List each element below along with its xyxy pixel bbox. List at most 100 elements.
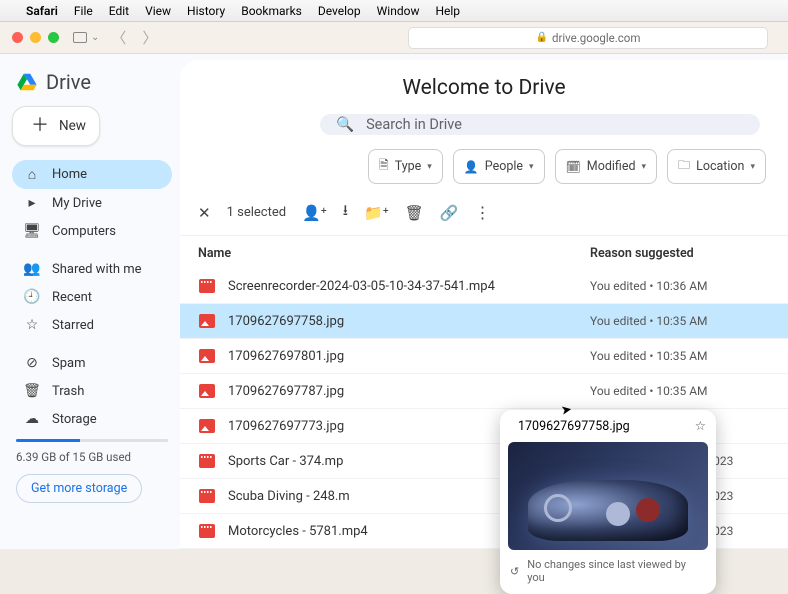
minimize-window-button[interactable] [30,32,41,43]
video-icon [198,277,216,295]
video-icon [198,487,216,505]
address-bar[interactable]: 🔒 drive.google.com [408,27,768,49]
sidebar-item-trash[interactable]: 🗑Trash [12,377,172,405]
folder-icon: 🗀 [678,156,690,177]
file-reason: You edited • 10:36 AM [590,279,770,293]
star-button[interactable]: ☆ [695,418,706,434]
chevron-down-icon: ▾ [642,162,647,172]
image-icon [198,347,216,365]
filter-modified[interactable]: 🗓Modified▾ [555,149,658,184]
link-button[interactable]: 🔗 [440,204,459,222]
star-icon: ☆ [24,317,40,333]
chevron-down-icon: ▾ [427,162,432,172]
menu-history[interactable]: History [187,4,225,18]
preview-thumbnail[interactable] [508,442,708,550]
menu-help[interactable]: Help [435,4,460,18]
shared-icon: 👥 [24,261,40,277]
search-input[interactable]: 🔍 Search in Drive [320,114,760,135]
back-button[interactable]: 〈 [107,27,130,48]
share-button[interactable]: 👤⁺ [302,204,327,222]
clear-selection-button[interactable]: ✕ [198,204,211,222]
col-name[interactable]: Name [198,246,590,261]
chevron-down-icon: ▾ [529,162,534,172]
calendar-icon: 🗓 [566,160,581,174]
video-icon [198,522,216,540]
sidebar: Drive ＋ New ⌂Home ▸My Drive 🖥Computers 👥… [0,54,180,549]
filter-people[interactable]: 👤People▾ [453,149,545,184]
more-menu-button[interactable]: ⋮ [475,203,491,222]
storage-text: 6.39 GB of 15 GB used [12,448,172,474]
file-reason: You edited • 10:35 AM [590,314,770,328]
menu-view[interactable]: View [145,4,171,18]
menu-file[interactable]: File [74,4,93,18]
menu-develop[interactable]: Develop [318,4,361,18]
popover-footer: No changes since last viewed by you [527,558,706,584]
spam-icon: ⊘ [24,355,40,371]
list-header: Name Reason suggested [180,236,788,269]
get-more-storage-button[interactable]: Get more storage [16,474,142,503]
sidebar-item-shared[interactable]: 👥Shared with me [12,255,172,283]
drive-logo[interactable]: Drive [12,66,172,106]
menubar-app[interactable]: Safari [26,4,58,18]
plus-icon: ＋ [31,117,49,135]
sidebar-item-mydrive[interactable]: ▸My Drive [12,189,172,217]
macos-menubar: Safari File Edit View History Bookmarks … [0,0,788,22]
sidebar-item-storage[interactable]: ☁Storage [12,405,172,433]
sidebar-item-computers[interactable]: 🖥Computers [12,217,172,245]
filter-type[interactable]: 🗎Type▾ [368,149,443,184]
file-name: 1709627697801.jpg [228,349,590,364]
person-icon: 👤 [464,160,479,174]
drive-logo-text: Drive [46,70,91,94]
sidebar-toggle[interactable]: ⌄ [73,32,99,43]
file-row[interactable]: 1709627697787.jpgYou edited • 10:35 AM [180,374,788,409]
url-text: drive.google.com [552,31,640,45]
sidebar-item-recent[interactable]: 🕘Recent [12,283,172,311]
file-icon: 🗎 [379,156,389,177]
file-name: Screenrecorder-2024-03-05-10-34-37-541.m… [228,279,590,294]
col-reason[interactable]: Reason suggested [590,246,770,261]
file-row[interactable]: Screenrecorder-2024-03-05-10-34-37-541.m… [180,269,788,304]
file-row[interactable]: 1709627697758.jpgYou edited • 10:35 AM [180,304,788,339]
trash-icon: 🗑 [24,383,40,399]
cloud-icon: ☁ [24,411,40,427]
mydrive-icon: ▸ [24,195,40,211]
cursor-icon: ➤ [560,402,573,419]
move-button[interactable]: 📁⁺ [364,204,389,222]
forward-button[interactable]: 〉 [138,27,161,48]
file-reason: You edited • 10:35 AM [590,349,770,363]
selection-toolbar: ✕ 1 selected 👤⁺ ⭳ 📁⁺ 🗑 🔗 ⋮ [180,196,788,236]
menu-bookmarks[interactable]: Bookmarks [241,4,302,18]
sidebar-item-starred[interactable]: ☆Starred [12,311,172,339]
computers-icon: 🖥 [24,223,40,239]
selection-count: 1 selected [227,205,286,220]
sidebar-item-home[interactable]: ⌂Home [12,160,172,189]
maximize-window-button[interactable] [48,32,59,43]
drive-logo-icon [16,71,38,93]
browser-toolbar: ⌄ 〈 〉 🔒 drive.google.com [0,22,788,54]
image-icon [198,312,216,330]
home-icon: ⌂ [24,166,40,183]
menu-edit[interactable]: Edit [109,4,129,18]
search-icon: 🔍 [336,116,354,133]
recent-icon: 🕘 [24,289,40,305]
filter-chips: 🗎Type▾ 👤People▾ 🗓Modified▾ 🗀Location▾ [180,149,788,196]
menu-window[interactable]: Window [377,4,420,18]
history-icon: ↺ [510,565,519,578]
new-button[interactable]: ＋ New [12,106,100,146]
file-preview-popover: 1709627697758.jpg ☆ ↺ No changes since l… [500,410,716,594]
window-controls [12,32,59,43]
file-row[interactable]: 1709627697801.jpgYou edited • 10:35 AM [180,339,788,374]
delete-button[interactable]: 🗑 [405,204,424,222]
image-icon [198,417,216,435]
search-placeholder: Search in Drive [366,116,462,133]
sidebar-item-spam[interactable]: ⊘Spam [12,349,172,377]
popover-title: 1709627697758.jpg [518,419,630,434]
page-title: Welcome to Drive [180,60,788,114]
close-window-button[interactable] [12,32,23,43]
video-icon [198,452,216,470]
storage-meter [16,439,168,442]
image-icon [198,382,216,400]
download-button[interactable]: ⭳ [343,200,348,225]
lock-icon: 🔒 [536,32,548,43]
filter-location[interactable]: 🗀Location▾ [667,149,766,184]
